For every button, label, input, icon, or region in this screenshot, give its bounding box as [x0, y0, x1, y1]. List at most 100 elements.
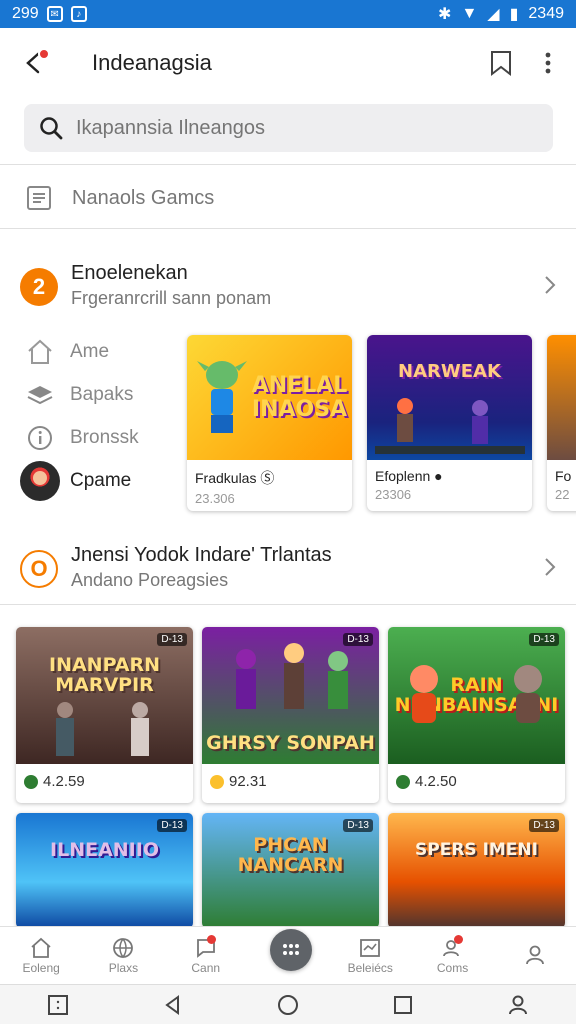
rating-value: 4.2.59: [43, 773, 85, 790]
system-menu-icon[interactable]: [46, 993, 70, 1017]
notification-dot: [38, 48, 50, 60]
game-tile[interactable]: D-13 PHCAN NANCARN: [202, 813, 379, 928]
side-nav-item-browse[interactable]: Bronssk: [20, 416, 180, 459]
game-name: Efoplenn ●: [375, 468, 443, 484]
game-tag: D-13: [529, 819, 559, 832]
game-tag: D-13: [157, 819, 187, 832]
bluetooth-icon: ✱: [438, 6, 452, 23]
apps-grid-button[interactable]: [270, 929, 312, 971]
rating-icon: [396, 774, 410, 789]
dancers-scene-icon: [375, 398, 525, 454]
bottom-nav-label: Eoleng: [22, 960, 60, 975]
rating-value: 4.2.50: [415, 773, 457, 790]
side-nav-item-home[interactable]: Ame: [20, 330, 180, 373]
section-badge: O: [20, 550, 58, 588]
bottom-nav-chat[interactable]: Cann: [165, 927, 247, 982]
game-art-title: GHRSY SONPAH: [206, 732, 375, 755]
side-nav-label: Bapaks: [70, 383, 134, 405]
featured-card[interactable]: Fo 22: [547, 335, 576, 511]
game-name: Fradkulas Ⓢ: [195, 470, 275, 486]
avatar: [20, 460, 60, 501]
game-rating: 92.31: [210, 773, 379, 790]
system-recents-icon[interactable]: [391, 993, 415, 1017]
game-art: D-13 PHCAN NANCARN: [202, 813, 379, 928]
heroes-scene-icon: [236, 643, 348, 709]
game-art: [547, 335, 576, 460]
game-art: NARWEAK: [367, 335, 532, 460]
system-nav-bar: [0, 984, 576, 1024]
more-options-button[interactable]: [538, 48, 558, 78]
section-badge: 2: [20, 268, 58, 306]
featured-card[interactable]: NARWEAK Efoplenn ● 23306: [367, 335, 532, 511]
side-nav-label: Bronssk: [70, 426, 139, 448]
bottom-nav-community[interactable]: Coms: [411, 927, 493, 982]
bottom-nav-label: Beleiécs: [347, 960, 393, 975]
bottom-nav-profile[interactable]: [494, 927, 576, 982]
game-tile[interactable]: D-13 GHRSY SONPAH 92.31: [202, 627, 379, 803]
game-art: D-13 INANPARN MARVPIR: [16, 627, 193, 764]
bottom-nav-label: Plaxs: [108, 960, 139, 975]
fighters-scene-icon: [56, 702, 149, 756]
chart-icon: [357, 935, 383, 961]
avatar-wrap: [20, 460, 60, 501]
section-header-2[interactable]: O Jnensi Yodok Indare' Trlantas Andano P…: [0, 538, 576, 598]
game-art-title: INANPARN MARVPIR: [49, 653, 160, 696]
page-title: Indeanagsia: [92, 50, 212, 75]
grid-dots-icon: [283, 944, 299, 955]
rating-value: 92.31: [229, 773, 267, 790]
notification-icon: ✉: [46, 6, 63, 22]
game-art-title: SPERS IMENI: [415, 839, 538, 860]
bookmark-button[interactable]: [488, 48, 514, 78]
search-bar[interactable]: [24, 104, 553, 152]
status-bar: 299 ✉ ♪ ✱ ▼ ◢ ▮ 2349: [0, 0, 576, 28]
side-nav-label: Ame: [70, 340, 110, 362]
info-icon: [20, 418, 60, 458]
signal-icon: ◢: [487, 6, 500, 23]
bottom-nav-home[interactable]: Eoleng: [0, 927, 82, 982]
game-art-title: PHCAN NANCARN: [237, 833, 344, 876]
game-art: D-13 SPERS IMENI: [388, 813, 565, 928]
section-title: Enoelenekan: [71, 262, 188, 284]
system-back-icon[interactable]: [161, 993, 185, 1017]
chevron-right-icon: [545, 558, 556, 576]
game-tag: D-13: [157, 633, 187, 646]
search-input[interactable]: [76, 116, 516, 140]
bottom-nav-stats[interactable]: Beleiécs: [329, 927, 411, 982]
game-rating: 4.2.50: [396, 773, 565, 790]
game-stat: 23.306: [195, 491, 235, 506]
section-header-1[interactable]: 2 Enoelenekan Frgeranrcrill sann ponam: [0, 256, 576, 316]
game-tag: D-13: [343, 819, 373, 832]
game-tile[interactable]: D-13 SPERS IMENI: [388, 813, 565, 928]
chevron-right-icon: [545, 276, 556, 294]
game-tile[interactable]: D-13 INANPARN MARVPIR 4.2.59: [16, 627, 193, 803]
home-icon: [28, 935, 54, 961]
game-tile[interactable]: D-13 RAIN NUNBAINSAENI 4.2.50: [388, 627, 565, 803]
game-art: D-13 RAIN NUNBAINSAENI: [388, 627, 565, 764]
bottom-nav-plays[interactable]: Plaxs: [82, 927, 164, 982]
bottom-nav-label: Cann: [191, 960, 221, 975]
game-name: Fo: [555, 468, 572, 484]
game-tile[interactable]: D-13 ILNEANIIO: [16, 813, 193, 928]
divider: [0, 228, 576, 229]
side-nav: Ame Bapaks Bronssk Cpame: [20, 330, 180, 502]
rating-icon: [24, 774, 38, 789]
back-button[interactable]: [20, 48, 50, 78]
game-rating: 4.2.59: [24, 773, 193, 790]
wifi-icon: ▼: [461, 5, 478, 22]
document-icon: [27, 186, 51, 210]
side-nav-item-packs[interactable]: Bapaks: [20, 373, 180, 416]
system-account-icon[interactable]: [506, 993, 530, 1017]
game-art-title: NARWEAK: [398, 361, 501, 383]
section-subtitle: Frgeranrcrill sann ponam: [71, 288, 272, 308]
featured-card[interactable]: ANELAL INAOSA Fradkulas Ⓢ 23.306: [187, 335, 352, 511]
games-category-label: Nanaols Gamcs: [72, 186, 215, 209]
status-clock: 2349: [528, 5, 564, 22]
games-category-row[interactable]: Nanaols Gamcs: [0, 170, 576, 226]
side-nav-label: Cpame: [70, 469, 132, 491]
game-art: D-13 ILNEANIIO: [16, 813, 193, 928]
section-subtitle: Andano Poreagsies: [71, 570, 229, 590]
game-art: ANELAL INAOSA: [187, 335, 352, 460]
globe-icon: [110, 935, 136, 961]
system-home-icon[interactable]: [276, 993, 300, 1017]
side-nav-item-profile[interactable]: Cpame: [20, 459, 180, 502]
